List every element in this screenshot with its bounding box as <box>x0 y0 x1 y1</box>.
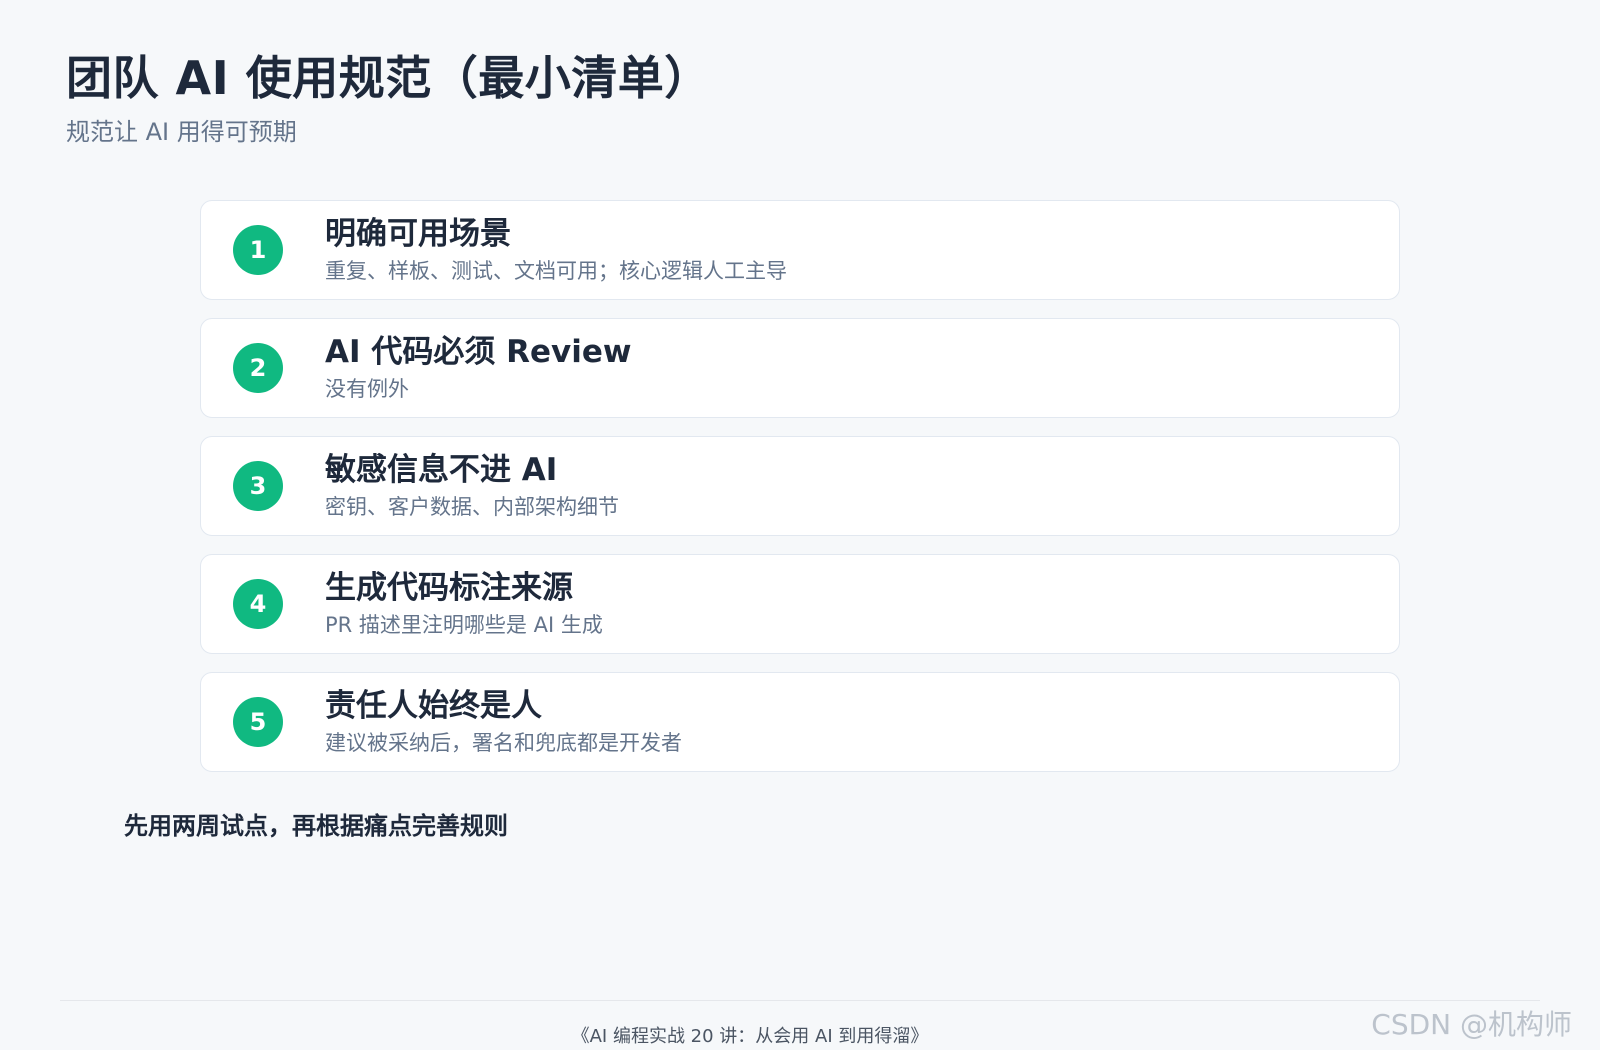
rule-description: 没有例外 <box>325 377 409 401</box>
rule-card-5: 5 责任人始终是人 建议被采纳后，署名和兜底都是开发者 <box>200 672 1400 772</box>
number-badge: 3 <box>233 461 283 511</box>
number-badge: 4 <box>233 579 283 629</box>
watermark: CSDN @机构师 <box>1371 1008 1572 1041</box>
rule-description: 建议被采纳后，署名和兜底都是开发者 <box>325 731 682 755</box>
page-subtitle: 规范让 AI 用得可预期 <box>66 118 297 146</box>
rules-list: 1 明确可用场景 重复、样板、测试、文档可用；核心逻辑人工主导 2 AI 代码必… <box>200 200 1400 790</box>
rule-text: 责任人始终是人 建议被采纳后，署名和兜底都是开发者 <box>325 688 682 756</box>
footer-divider <box>60 1000 1540 1001</box>
rule-card-4: 4 生成代码标注来源 PR 描述里注明哪些是 AI 生成 <box>200 554 1400 654</box>
rule-text: 明确可用场景 重复、样板、测试、文档可用；核心逻辑人工主导 <box>325 216 787 284</box>
rule-description: PR 描述里注明哪些是 AI 生成 <box>325 613 603 637</box>
rule-text: AI 代码必须 Review 没有例外 <box>325 334 632 402</box>
rule-title: 生成代码标注来源 <box>325 569 573 606</box>
rule-description: 密钥、客户数据、内部架构细节 <box>325 495 619 519</box>
rule-card-1: 1 明确可用场景 重复、样板、测试、文档可用；核心逻辑人工主导 <box>200 200 1400 300</box>
rule-title: 敏感信息不进 AI <box>325 451 558 488</box>
rule-title: 责任人始终是人 <box>325 687 542 724</box>
number-badge: 5 <box>233 697 283 747</box>
rule-title: 明确可用场景 <box>325 215 511 252</box>
footer-series-title: 《AI 编程实战 20 讲：从会用 AI 到用得溜》 <box>571 1026 929 1047</box>
rule-card-2: 2 AI 代码必须 Review 没有例外 <box>200 318 1400 418</box>
page-title: 团队 AI 使用规范（最小清单） <box>66 51 711 105</box>
rule-text: 敏感信息不进 AI 密钥、客户数据、内部架构细节 <box>325 452 619 520</box>
rule-description: 重复、样板、测试、文档可用；核心逻辑人工主导 <box>325 259 787 283</box>
rule-card-3: 3 敏感信息不进 AI 密钥、客户数据、内部架构细节 <box>200 436 1400 536</box>
number-badge: 1 <box>233 225 283 275</box>
footnote: 先用两周试点，再根据痛点完善规则 <box>124 812 508 840</box>
number-badge: 2 <box>233 343 283 393</box>
rule-text: 生成代码标注来源 PR 描述里注明哪些是 AI 生成 <box>325 570 603 638</box>
rule-title: AI 代码必须 Review <box>325 333 632 370</box>
